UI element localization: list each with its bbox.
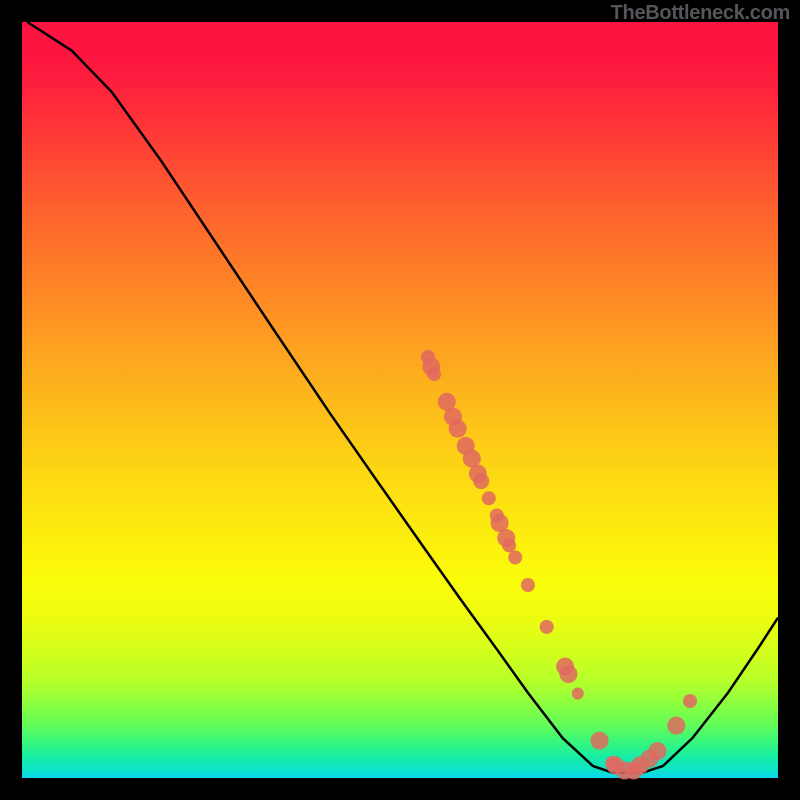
scatter-dot <box>473 473 489 489</box>
scatter-dot <box>667 717 685 735</box>
chart-curve <box>27 22 778 773</box>
plot-svg <box>22 22 778 778</box>
scatter-dot <box>572 688 584 700</box>
scatter-dot <box>591 732 609 750</box>
scatter-dots <box>421 350 697 780</box>
scatter-dot <box>540 620 554 634</box>
scatter-dot <box>502 538 516 552</box>
scatter-dot <box>559 665 577 683</box>
chart-container: TheBottleneck.com <box>0 0 800 800</box>
scatter-dot <box>521 578 535 592</box>
scatter-dot <box>683 694 697 708</box>
scatter-dot <box>449 420 467 438</box>
attribution-text: TheBottleneck.com <box>611 2 790 25</box>
scatter-dot <box>427 367 441 381</box>
scatter-dot <box>508 550 522 564</box>
x-axis <box>22 778 782 781</box>
scatter-dot <box>649 742 667 760</box>
scatter-dot <box>482 491 496 505</box>
